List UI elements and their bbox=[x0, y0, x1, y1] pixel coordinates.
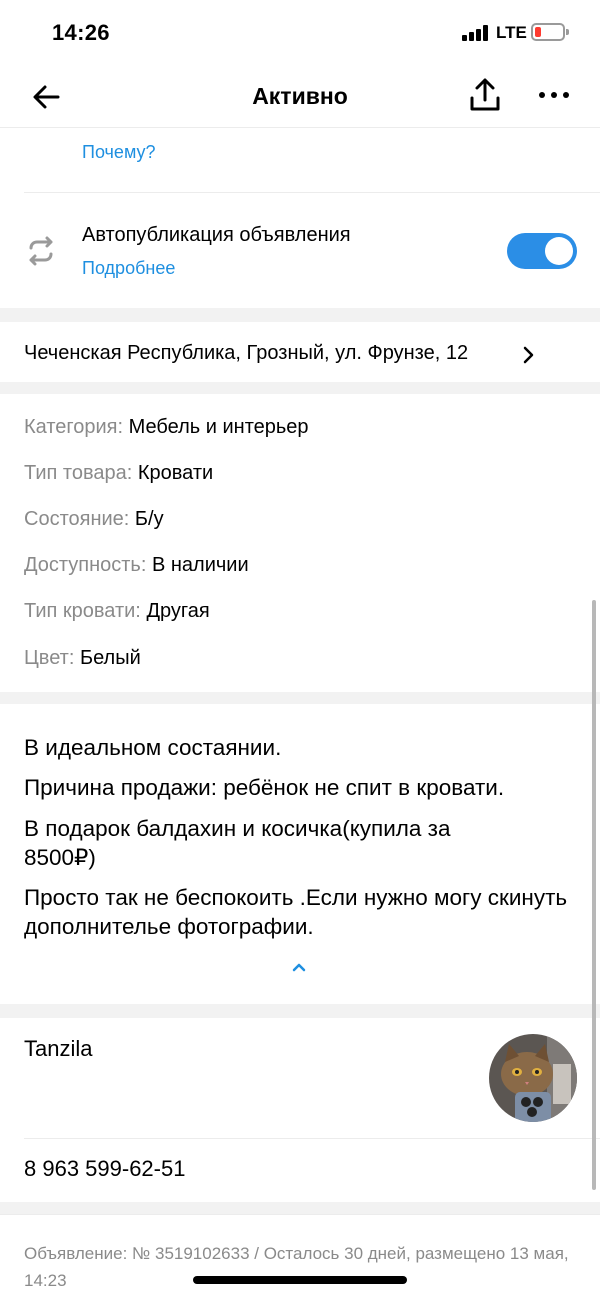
why-link[interactable]: Почему? bbox=[82, 142, 156, 163]
scrollbar[interactable] bbox=[592, 600, 596, 1190]
seller-name[interactable]: Tanzila bbox=[24, 1036, 92, 1062]
address-row[interactable]: Чеченская Республика, Грозный, ул. Фрунз… bbox=[0, 322, 600, 382]
signal-icon bbox=[462, 25, 492, 41]
param-bed-type: Тип кровати: Другая bbox=[24, 600, 210, 622]
more-options-icon[interactable] bbox=[536, 80, 572, 110]
autopublish-toggle[interactable] bbox=[507, 233, 577, 269]
divider bbox=[24, 192, 600, 193]
param-product-type: Тип товара: Кровати bbox=[24, 462, 214, 484]
status-time: 14:26 bbox=[52, 20, 110, 45]
autopublish-more-link[interactable]: Подробнее bbox=[82, 258, 175, 279]
description-line: Просто так не беспокоить .Если нужно мог… bbox=[24, 885, 568, 939]
divider bbox=[24, 1138, 600, 1139]
network-type: LTE bbox=[496, 23, 527, 42]
param-condition: Состояние: Б/у bbox=[24, 508, 164, 530]
description-line: Причина продажи: ребёнок не спит в крова… bbox=[24, 775, 505, 800]
section-gap bbox=[0, 692, 600, 704]
listing-info: Объявление: № 3519102633 / Осталось 30 д… bbox=[24, 1244, 569, 1290]
description-line: В идеальном состаянии. bbox=[24, 735, 282, 760]
home-indicator[interactable] bbox=[193, 1276, 407, 1284]
address-text: Чеченская Республика, Грозный, ул. Фрунз… bbox=[24, 342, 469, 364]
chevron-right-icon bbox=[522, 346, 536, 364]
seller-avatar[interactable] bbox=[489, 1034, 577, 1122]
section-gap bbox=[0, 1004, 600, 1018]
battery-icon bbox=[531, 23, 569, 41]
param-availability: Доступность: В наличии bbox=[24, 554, 249, 576]
chevron-up-icon[interactable] bbox=[290, 960, 308, 972]
section-gap bbox=[0, 1202, 600, 1214]
param-category: Категория: Мебель и интерьер bbox=[24, 416, 309, 438]
share-icon[interactable] bbox=[468, 76, 502, 114]
section-gap bbox=[0, 382, 600, 394]
description-line: В подарок балдахин и косичка(купила за 8… bbox=[24, 816, 451, 870]
toggle-knob bbox=[545, 237, 573, 265]
autopublish-title: Автопубликация объявления bbox=[82, 224, 351, 246]
status-bar: 14:26 LTE bbox=[0, 0, 600, 66]
repeat-icon bbox=[24, 234, 58, 268]
clipped-text bbox=[82, 104, 192, 128]
seller-phone[interactable]: 8 963 599-62-51 bbox=[24, 1156, 185, 1182]
section-gap bbox=[0, 308, 600, 322]
param-color: Цвет: Белый bbox=[24, 647, 141, 669]
